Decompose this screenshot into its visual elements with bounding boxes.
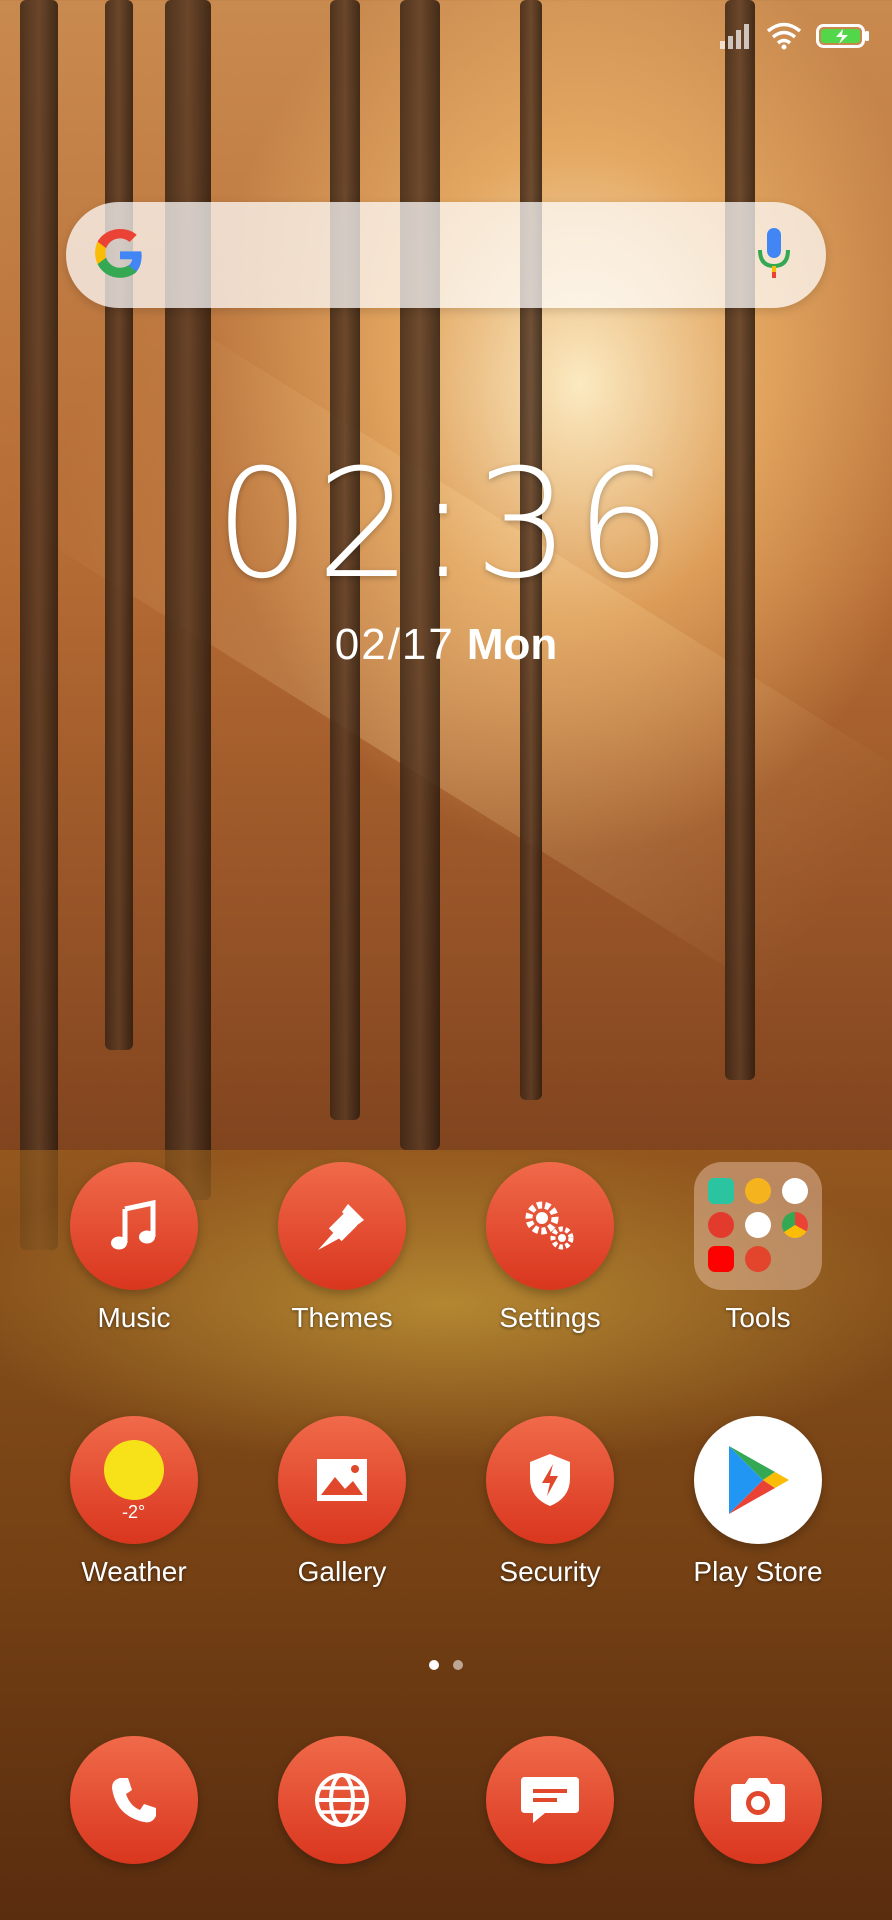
youtube-icon: [708, 1246, 734, 1272]
app-settings[interactable]: Settings: [450, 1162, 650, 1334]
weather-temp: -2°: [122, 1502, 146, 1522]
app-label: Settings: [499, 1302, 601, 1333]
contacts-icon: [708, 1212, 734, 1238]
folder-icon: [694, 1162, 822, 1290]
play-store-icon: [694, 1416, 822, 1544]
music-note-icon: [70, 1162, 198, 1290]
app-label: Play Store: [693, 1556, 823, 1587]
page-dot-active: [429, 1660, 439, 1670]
clock-time[interactable]: 02:36: [0, 440, 892, 610]
signal-icon: [720, 24, 749, 49]
shield-bolt-icon: [486, 1416, 614, 1544]
app-weather[interactable]: -2° Weather: [34, 1416, 234, 1588]
app-label: Weather: [81, 1556, 187, 1587]
app-label: Gallery: [297, 1556, 387, 1587]
app-play-store[interactable]: Play Store: [658, 1416, 858, 1588]
wifi-icon: [766, 22, 802, 50]
gmail-icon: [745, 1212, 771, 1238]
date-month-day: 02/17: [334, 620, 455, 669]
folder-tools[interactable]: Tools: [658, 1162, 858, 1334]
app-label: Tools: [725, 1302, 791, 1333]
globe-icon: [278, 1736, 406, 1864]
battery-charging-icon: [816, 24, 869, 48]
page-indicator: [0, 1660, 892, 1670]
mic-icon[interactable]: [756, 226, 792, 284]
scanner-icon: [708, 1178, 734, 1204]
app-label: Security: [499, 1556, 601, 1587]
status-bar: [718, 22, 870, 50]
message-icon: [486, 1736, 614, 1864]
dock-camera[interactable]: [658, 1736, 858, 1864]
search-bar[interactable]: [66, 202, 826, 308]
app-music[interactable]: Music: [34, 1162, 234, 1334]
google-g-icon: [95, 229, 142, 278]
dock-browser[interactable]: [242, 1736, 442, 1864]
image-icon: [278, 1416, 406, 1544]
date-weekday: Mon: [466, 620, 558, 669]
clock-date[interactable]: 02/17 Mon: [0, 620, 892, 670]
app-security[interactable]: Security: [450, 1416, 650, 1588]
screen-recorder-icon: [745, 1246, 771, 1272]
play-movies-icon: [782, 1178, 808, 1204]
app-themes[interactable]: Themes: [242, 1162, 442, 1334]
dock-phone[interactable]: [34, 1736, 234, 1864]
sun-cloud-icon: -2°: [70, 1416, 198, 1544]
chrome-icon: [782, 1212, 808, 1238]
app-label: Themes: [291, 1302, 393, 1333]
phone-icon: [70, 1736, 198, 1864]
page-dot: [453, 1660, 463, 1670]
paintbrush-icon: [278, 1162, 406, 1290]
app-label: Music: [97, 1302, 171, 1333]
dock-messaging[interactable]: [450, 1736, 650, 1864]
app-gallery[interactable]: Gallery: [242, 1416, 442, 1588]
camera-icon: [694, 1736, 822, 1864]
music-app-icon: [745, 1178, 771, 1204]
gears-icon: [486, 1162, 614, 1290]
